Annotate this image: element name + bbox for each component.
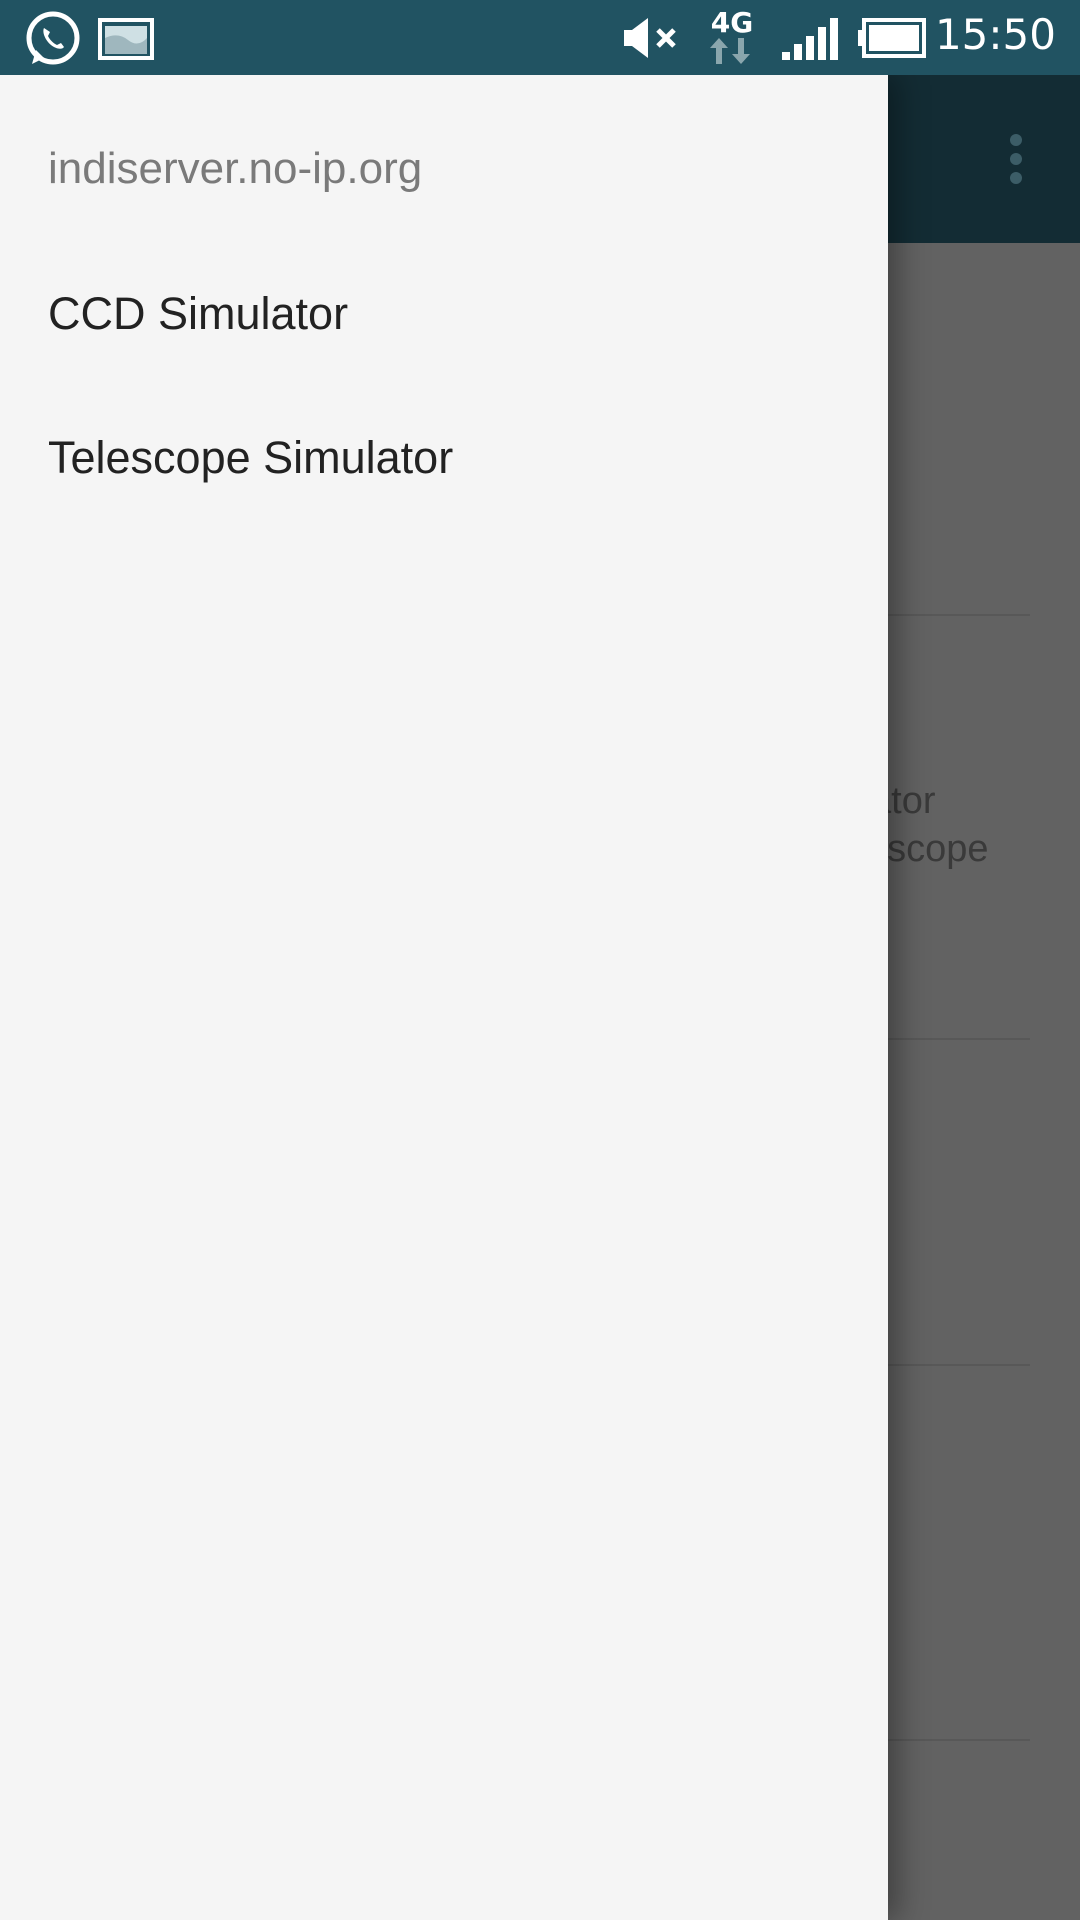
battery-icon [858,18,926,58]
mute-icon [624,18,676,58]
signal-icon [782,18,838,60]
drawer-header-server: indiserver.no-ip.org [48,144,423,193]
gallery-icon [98,18,154,60]
drawer-item-ccd-simulator[interactable]: CCD Simulator [0,255,888,385]
status-bar: 4G 15:50 [0,0,1080,75]
network-4g-icon: 4G [710,6,753,64]
svg-text:4G: 4G [711,6,753,39]
status-time: 15:50 [934,10,1056,59]
overflow-menu-icon[interactable] [1010,134,1024,184]
drawer-item-telescope-simulator[interactable]: Telescope Simulator [0,399,888,529]
drawer-item-label: CCD Simulator [48,288,349,339]
whatsapp-icon [26,11,80,65]
navigation-drawer: indiserver.no-ip.org CCD Simulator Teles… [0,75,888,1920]
drawer-item-label: Telescope Simulator [48,432,454,483]
